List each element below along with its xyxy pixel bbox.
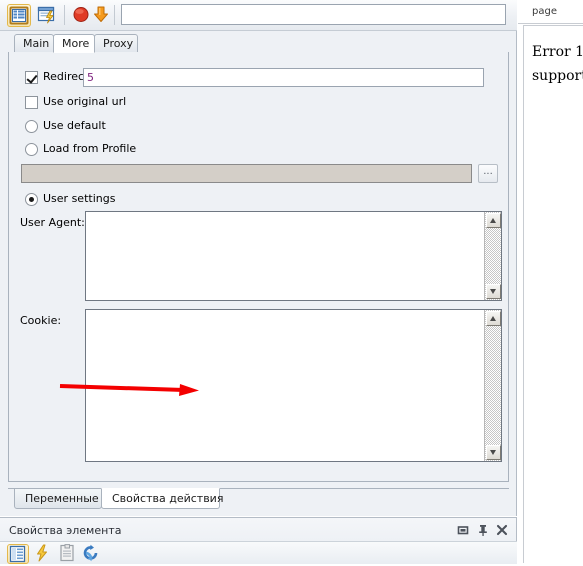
bottom-tab-variables[interactable]: Переменные xyxy=(14,488,102,509)
use-original-url-label: Use original url xyxy=(43,95,127,108)
download-icon[interactable] xyxy=(90,4,114,27)
tab-more[interactable]: More xyxy=(53,34,95,53)
list-view-icon[interactable] xyxy=(7,4,31,27)
user-agent-scrollbar[interactable] xyxy=(484,212,501,300)
cookie-scroll-down-button[interactable] xyxy=(486,445,501,460)
tab-strip: Main More Proxy xyxy=(8,34,509,53)
redirect-label: Redirect xyxy=(43,70,89,83)
bottom-tab-action-properties[interactable]: Свойства действия xyxy=(101,488,223,509)
profile-path-input[interactable] xyxy=(21,164,472,183)
tab-page-more: Redirect Use original url Use default Lo… xyxy=(8,52,509,482)
lightning-icon[interactable] xyxy=(32,544,54,564)
use-default-radio[interactable] xyxy=(25,120,38,133)
cookie-scrollbar[interactable] xyxy=(484,310,501,461)
properties-list-icon[interactable] xyxy=(7,544,29,564)
element-properties-title: Свойства элемента xyxy=(9,524,122,537)
use-default-label: Use default xyxy=(43,119,106,132)
cookie-text-area-inner[interactable] xyxy=(86,310,484,461)
cookie-label: Cookie: xyxy=(20,314,62,327)
user-settings-label: User settings xyxy=(43,192,116,205)
user-agent-label: User Agent: xyxy=(20,216,85,229)
tab-main[interactable]: Main xyxy=(14,34,54,53)
load-from-profile-label: Load from Profile xyxy=(43,142,137,155)
pin-icon[interactable] xyxy=(476,523,490,537)
browser-preview-header-text: page xyxy=(532,6,557,17)
user-agent-text-area-inner[interactable] xyxy=(86,212,484,300)
browser-preview-body: Error 101 support xyxy=(523,25,583,563)
address-input[interactable] xyxy=(121,4,506,25)
cookie-scroll-up-button[interactable] xyxy=(486,311,501,326)
cookie-textarea[interactable] xyxy=(85,309,502,462)
toolbar xyxy=(0,0,517,31)
tab-proxy[interactable]: Proxy xyxy=(94,34,138,53)
browser-preview-header: page xyxy=(518,0,583,24)
redirect-value-input[interactable] xyxy=(83,68,484,87)
main-window: Main More Proxy Redirect Use original ur… xyxy=(0,0,517,516)
element-properties-panel: Свойства элемента xyxy=(0,517,517,564)
restore-icon[interactable] xyxy=(456,523,470,537)
browser-preview-pane: page Error 101 support xyxy=(518,0,583,563)
user-settings-radio[interactable] xyxy=(25,193,38,206)
use-original-url-checkbox[interactable] xyxy=(25,96,38,109)
toolbar-separator-1 xyxy=(64,5,65,25)
browser-error-line-1: Error 101 xyxy=(532,44,583,60)
user-agent-textarea[interactable] xyxy=(85,211,502,301)
refresh-icon[interactable] xyxy=(81,544,103,564)
toolbar-separator-2 xyxy=(114,5,115,25)
close-icon[interactable] xyxy=(495,523,509,537)
element-properties-toolbar xyxy=(0,541,517,564)
browse-button[interactable]: ... xyxy=(478,164,498,183)
document-icon[interactable] xyxy=(57,544,79,564)
browser-error-line-2: support xyxy=(532,68,583,84)
user-agent-scroll-down-button[interactable] xyxy=(486,284,501,299)
bottom-tab-strip: Переменные Свойства действия xyxy=(8,488,509,509)
user-agent-scroll-up-button[interactable] xyxy=(486,213,501,228)
load-from-profile-radio[interactable] xyxy=(25,143,38,156)
redirect-checkbox[interactable] xyxy=(25,71,38,84)
app-root: Main More Proxy Redirect Use original ur… xyxy=(0,0,583,564)
generate-script-icon[interactable] xyxy=(36,4,60,27)
